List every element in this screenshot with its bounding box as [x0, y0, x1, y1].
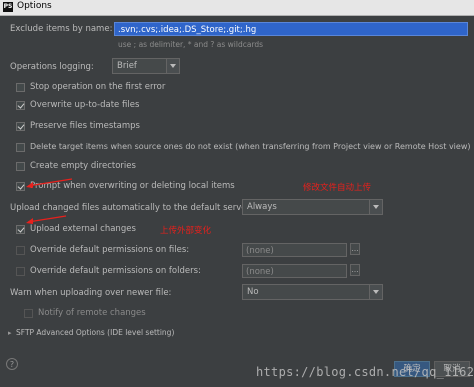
title-bar: PS Options	[0, 0, 474, 16]
sftp-advanced-options[interactable]: SFTP Advanced Options (IDE level setting…	[16, 328, 174, 337]
stop-on-first-error-label: Stop operation on the first error	[30, 82, 166, 92]
upload-external-checkbox[interactable]	[16, 225, 25, 234]
window-title: Options	[17, 1, 52, 11]
notify-remote-label: Notify of remote changes	[38, 308, 146, 318]
override-files-browse-button[interactable]: …	[350, 243, 360, 255]
warn-newer-select[interactable]: No	[242, 284, 383, 300]
delete-target-items-checkbox[interactable]	[16, 143, 25, 152]
red-arrow-icon	[26, 178, 73, 188]
upload-changed-value: Always	[247, 202, 277, 212]
expand-triangle-icon[interactable]: ▸	[8, 329, 12, 337]
warn-newer-value: No	[247, 287, 259, 297]
help-icon[interactable]: ?	[6, 358, 18, 370]
warn-newer-label: Warn when uploading over newer file:	[10, 288, 172, 298]
chevron-down-icon	[369, 200, 382, 214]
chevron-down-icon	[369, 285, 382, 299]
override-files-input[interactable]: (none)	[242, 243, 347, 257]
create-empty-dirs-checkbox[interactable]	[16, 162, 25, 171]
override-folders-label: Override default permissions on folders:	[30, 266, 201, 276]
overwrite-up-to-date-label: Overwrite up-to-date files	[30, 100, 140, 110]
upload-changed-select[interactable]: Always	[242, 199, 383, 215]
override-folders-browse-button[interactable]: …	[350, 264, 360, 276]
annotation-auto-upload: 修改文件自动上传	[303, 183, 372, 193]
notify-remote-checkbox[interactable]	[24, 309, 33, 318]
exclude-items-label: Exclude items by name:	[10, 24, 113, 34]
upload-changed-label: Upload changed files automatically to th…	[10, 203, 250, 213]
exclude-items-input[interactable]: .svn;.cvs;.idea;.DS_Store;.git;.hg	[114, 22, 468, 36]
override-files-checkbox[interactable]	[16, 246, 25, 255]
preserve-timestamps-label: Preserve files timestamps	[30, 121, 140, 131]
delete-target-items-label: Delete target items when source ones do …	[30, 142, 471, 151]
override-folders-input[interactable]: (none)	[242, 264, 347, 278]
phpstorm-app-icon: PS	[3, 2, 13, 12]
operations-logging-value: Brief	[117, 61, 137, 71]
operations-logging-select[interactable]: Brief	[112, 58, 180, 74]
chevron-down-icon	[166, 59, 179, 73]
create-empty-dirs-label: Create empty directories	[30, 161, 136, 171]
stop-on-first-error-checkbox[interactable]	[16, 83, 25, 92]
override-files-label: Override default permissions on files:	[30, 245, 190, 255]
watermark-url: https://blog.csdn.net/qq_1162002	[256, 365, 474, 379]
red-arrow-icon	[26, 215, 67, 224]
override-folders-checkbox[interactable]	[16, 267, 25, 276]
annotation-external-changes: 上传外部变化	[160, 226, 212, 236]
exclude-items-hint: use ; as delimiter, * and ? as wildcards	[118, 40, 264, 49]
operations-logging-label: Operations logging:	[10, 62, 94, 72]
preserve-timestamps-checkbox[interactable]	[16, 122, 25, 131]
overwrite-up-to-date-checkbox[interactable]	[16, 101, 25, 110]
